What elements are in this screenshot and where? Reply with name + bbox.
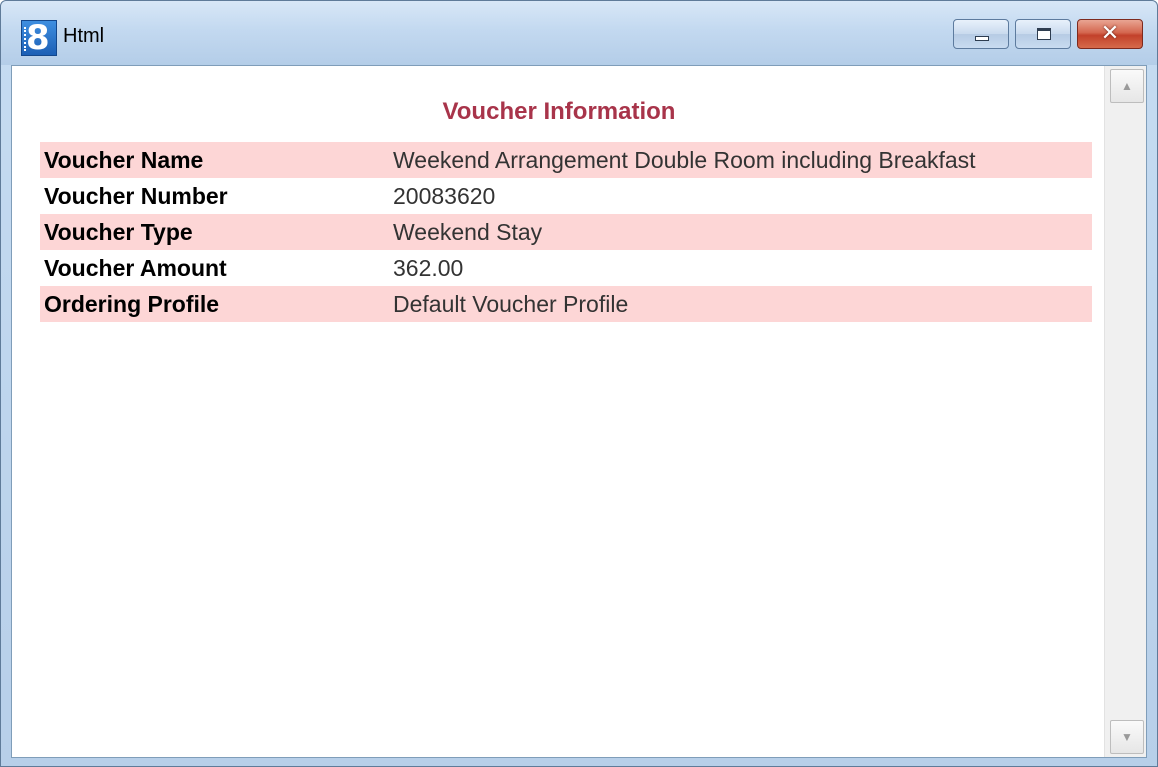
table-row: Voucher Name Weekend Arrangement Double … <box>40 142 1092 178</box>
voucher-info-table: Voucher Name Weekend Arrangement Double … <box>40 142 1092 322</box>
html-content-area: Voucher Information Voucher Name Weekend… <box>11 65 1147 758</box>
field-value: Weekend Stay <box>389 214 1092 250</box>
field-value: 362.00 <box>389 250 1092 286</box>
page-title: Voucher Information <box>442 98 676 125</box>
app-icon-glyph: 8 <box>26 18 50 58</box>
minimize-icon <box>975 36 989 41</box>
table-row: Ordering Profile Default Voucher Profile <box>40 286 1092 322</box>
table-row: Voucher Type Weekend Stay <box>40 214 1092 250</box>
field-label: Voucher Number <box>40 178 389 214</box>
maximize-button[interactable] <box>1015 19 1071 49</box>
table-row: Voucher Amount 362.00 <box>40 250 1092 286</box>
scroll-up-button[interactable]: ▲ <box>1110 69 1144 103</box>
arrow-up-icon: ▲ <box>1121 79 1133 93</box>
window-title: Html <box>63 25 105 47</box>
arrow-down-icon: ▼ <box>1121 730 1133 744</box>
table-row: Voucher Number 20083620 <box>40 178 1092 214</box>
html-window: 8 Html ✕ Voucher Information Voucher Nam… <box>0 0 1158 767</box>
scroll-down-button[interactable]: ▼ <box>1110 720 1144 754</box>
minimize-button[interactable] <box>953 19 1009 49</box>
field-label: Ordering Profile <box>40 286 389 322</box>
close-icon: ✕ <box>1100 21 1120 46</box>
app-icon[interactable]: 8 <box>21 18 57 58</box>
field-label: Voucher Amount <box>40 250 389 286</box>
field-label: Voucher Type <box>40 214 389 250</box>
field-value: Default Voucher Profile <box>389 286 1092 322</box>
field-value: Weekend Arrangement Double Room includin… <box>389 142 1092 178</box>
vertical-scrollbar[interactable]: ▲ ▼ <box>1104 66 1146 757</box>
close-button[interactable]: ✕ <box>1077 19 1143 49</box>
field-value: 20083620 <box>389 178 1092 214</box>
title-bar[interactable]: 8 Html ✕ <box>1 1 1157 65</box>
maximize-icon <box>1037 28 1051 40</box>
field-label: Voucher Name <box>40 142 389 178</box>
